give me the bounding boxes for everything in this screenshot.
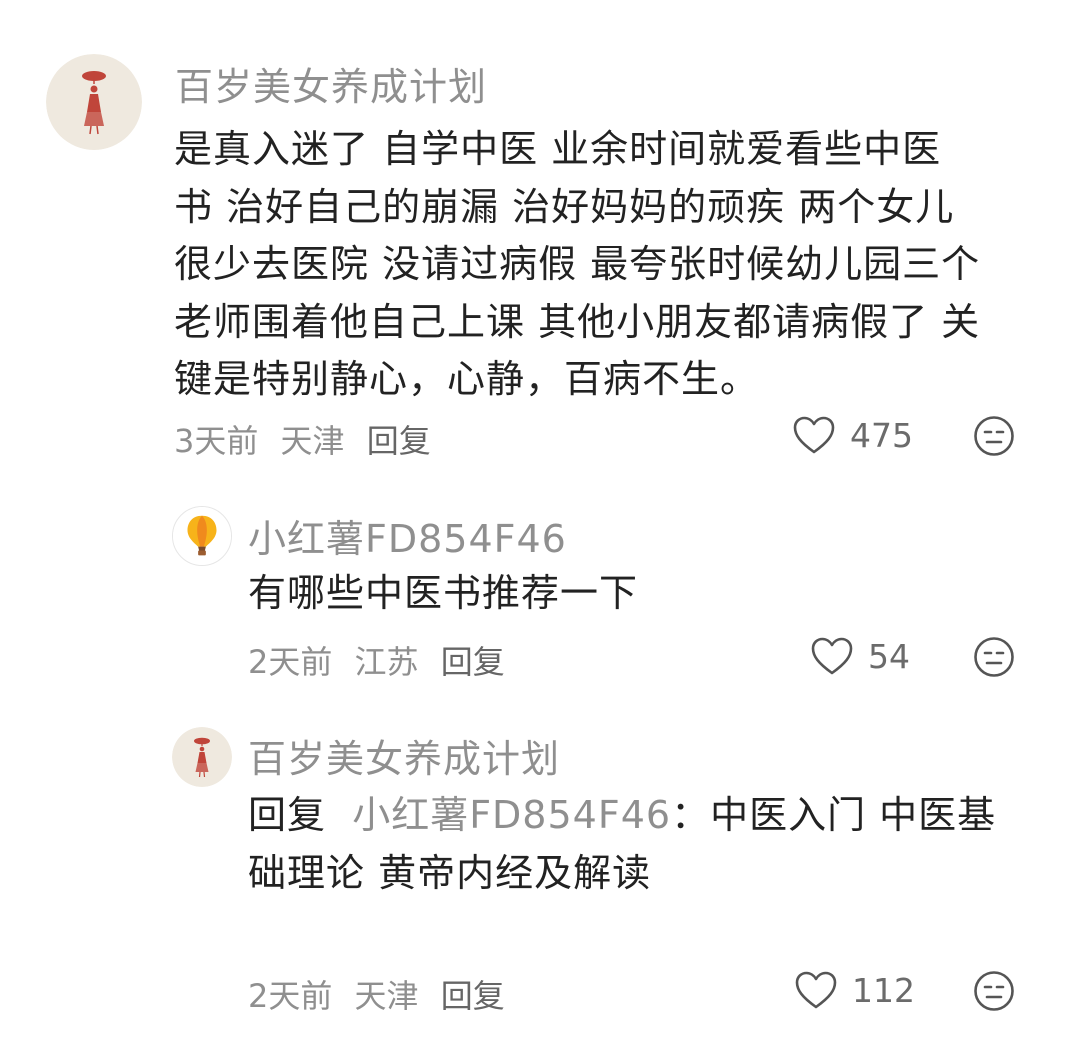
comment-text[interactable]: 有哪些中医书推荐一下: [248, 565, 638, 623]
comment-text-line: 回复 小红薯FD854F46：中医入门 中医基: [248, 787, 996, 845]
neutral-face-icon: [974, 416, 1014, 456]
comment-text-line: 有哪些中医书推荐一下: [248, 571, 639, 615]
red-dancer-icon: [172, 727, 232, 787]
neutral-face-icon: [974, 637, 1014, 677]
comment-text[interactable]: 是真入迷了 自学中医 业余时间就爱看些中医 书 治好自己的崩漏 治好妈妈的顽疾 …: [174, 121, 980, 409]
red-dancer-icon: [46, 54, 142, 150]
reply-text: 中医入门 中医基: [710, 793, 997, 837]
like-count: 112: [852, 970, 915, 1010]
like-button[interactable]: 112: [794, 970, 915, 1010]
comment-meta: 2天前 江苏 回复: [248, 637, 517, 683]
comment-author[interactable]: 小红薯FD854F46: [248, 508, 567, 563]
heart-icon: [811, 637, 853, 675]
reply-prefix: 回复: [248, 793, 327, 837]
comment-author[interactable]: 百岁美女养成计划: [248, 728, 560, 783]
like-count: 475: [850, 415, 913, 455]
comment-text-line: 老师围着他自己上课 其他小朋友都请病假了 关: [174, 299, 981, 344]
comment-time: 2天前: [248, 643, 333, 681]
comment-author[interactable]: 百岁美女养成计划: [175, 56, 487, 111]
reply-button[interactable]: 回复: [441, 643, 505, 681]
reply-button[interactable]: 回复: [367, 422, 431, 460]
comment-text-line: 书 治好自己的崩漏 治好妈妈的顽疾 两个女儿: [174, 184, 955, 229]
like-button[interactable]: 54: [810, 636, 910, 676]
heart-icon: [795, 971, 837, 1009]
comment-time: 3天前: [174, 422, 259, 460]
reply-target-user[interactable]: 小红薯FD854F46: [352, 793, 671, 837]
dislike-button[interactable]: [973, 970, 1015, 1012]
comment-location: 天津: [354, 977, 419, 1015]
hot-air-balloon-icon: [173, 507, 231, 565]
comment-text[interactable]: 回复 小红薯FD854F46：中医入门 中医基 础理论 黄帝内经及解读: [248, 787, 996, 902]
avatar[interactable]: [172, 727, 232, 787]
avatar[interactable]: [46, 54, 142, 150]
neutral-face-icon: [974, 971, 1014, 1011]
comment-location: 江苏: [354, 643, 419, 681]
comment-time: 2天前: [248, 977, 333, 1015]
heart-icon: [793, 416, 835, 454]
reply-colon: ：: [671, 793, 711, 837]
comment-text-line: 础理论 黄帝内经及解读: [248, 850, 652, 895]
comment-location: 天津: [280, 422, 345, 460]
like-button[interactable]: 475: [792, 415, 913, 455]
comment-meta: 2天前 天津 回复: [248, 971, 517, 1017]
avatar[interactable]: [172, 506, 232, 566]
like-count: 54: [868, 636, 910, 676]
comment-text-line: 很少去医院 没请过病假 最夸张时候幼儿园三个: [174, 242, 981, 286]
comment-meta: 3天前 天津 回复: [174, 416, 443, 462]
comment-text-line: 是真入迷了 自学中医 业余时间就爱看些中医: [174, 127, 942, 171]
dislike-button[interactable]: [973, 415, 1015, 457]
dislike-button[interactable]: [973, 636, 1015, 678]
comment-text-line: 键是特别静心，心静，百病不生。: [174, 357, 760, 401]
reply-button[interactable]: 回复: [441, 977, 505, 1015]
